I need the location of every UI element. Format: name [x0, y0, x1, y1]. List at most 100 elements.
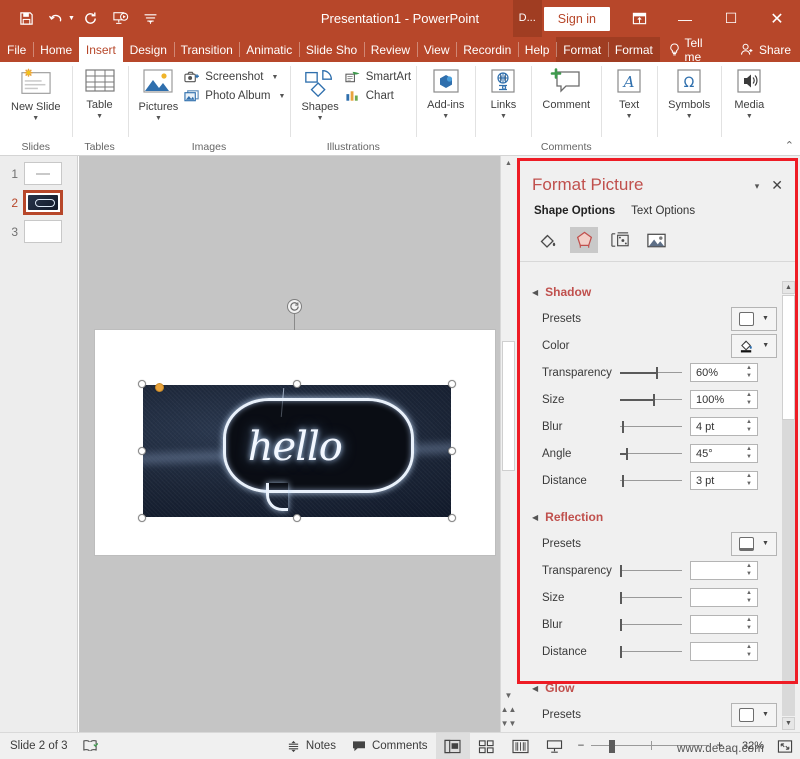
collapse-ribbon-button[interactable]: ⌃	[785, 139, 794, 152]
shadow-blur-slider[interactable]	[620, 420, 682, 434]
shadow-transparency-slider[interactable]	[620, 366, 682, 380]
new-slide-button[interactable]: New Slide ▼	[5, 65, 67, 122]
pane-options-caret-icon[interactable]: ▾	[755, 175, 772, 192]
media-button[interactable]: Media ▼	[726, 65, 772, 120]
tab-home[interactable]: Home	[33, 37, 79, 62]
spinner-arrows-icon[interactable]: ▲ ▼	[744, 644, 754, 659]
chevron-down-icon[interactable]: ▼	[32, 115, 39, 122]
section-header-reflection[interactable]: ◀ Reflection	[520, 494, 795, 530]
selection-handle-bottom-left[interactable]	[138, 514, 146, 522]
undo-icon[interactable]	[42, 6, 70, 32]
spinner-arrows-icon[interactable]: ▲ ▼	[744, 365, 754, 380]
customize-qat-icon[interactable]	[137, 6, 165, 32]
scroll-up-arrow-icon[interactable]: ▲	[501, 156, 516, 171]
ribbon-display-options-icon[interactable]	[616, 0, 662, 37]
comment-button[interactable]: Comment	[536, 65, 596, 112]
reflection-distance-spinner[interactable]: ▲ ▼	[690, 642, 758, 661]
tab-file[interactable]: File	[0, 37, 33, 62]
reflection-blur-slider[interactable]	[620, 618, 682, 632]
table-button[interactable]: Table ▼	[77, 65, 123, 120]
section-header-glow[interactable]: ◀ Glow	[520, 665, 795, 701]
slide-thumbnail-2[interactable]: 2	[0, 185, 77, 215]
comments-button[interactable]: Comments	[344, 740, 436, 752]
next-slide-icon[interactable]: ▼▼	[501, 716, 517, 730]
chevron-down-icon[interactable]: ▼	[746, 113, 753, 120]
fit-slide-to-window-button[interactable]	[770, 739, 800, 754]
reflection-transparency-spinner[interactable]: ▲ ▼	[690, 561, 758, 580]
pane-vertical-scrollbar[interactable]: ▲ ▼	[782, 281, 795, 730]
size-and-properties-icon[interactable]	[606, 227, 634, 253]
shadow-transparency-spinner[interactable]: 60% ▲ ▼	[690, 363, 758, 382]
tab-animations[interactable]: Animatic	[239, 37, 299, 62]
spinner-arrows-icon[interactable]: ▲ ▼	[744, 392, 754, 407]
shadow-distance-spinner[interactable]: 3 pt ▲ ▼	[690, 471, 758, 490]
reflection-blur-spinner[interactable]: ▲ ▼	[690, 615, 758, 634]
tab-transitions[interactable]: Transition	[173, 37, 240, 62]
chevron-down-icon[interactable]: ▼	[442, 113, 449, 120]
chevron-down-icon[interactable]: ▼	[271, 74, 278, 81]
chevron-down-icon[interactable]: ▼	[500, 113, 507, 120]
text-button[interactable]: A Text ▼	[606, 65, 652, 120]
undo-dropdown-caret[interactable]: ▼	[68, 15, 75, 22]
pane-scrollbar-track[interactable]	[782, 420, 795, 716]
chevron-down-icon[interactable]: ▼	[762, 711, 769, 718]
tab-picture-format[interactable]: Format	[556, 37, 608, 62]
selection-handle-top-left[interactable]	[138, 380, 146, 388]
chevron-down-icon[interactable]: ▼	[762, 540, 769, 547]
slide-editing-surface[interactable]: hello	[95, 299, 495, 555]
tab-view[interactable]: View	[416, 37, 457, 62]
chevron-down-icon[interactable]: ▼	[686, 113, 693, 120]
pictures-button[interactable]: Pictures ▼	[133, 65, 185, 122]
smartart-button[interactable]: SmartArt	[345, 70, 411, 84]
normal-view-button[interactable]	[435, 732, 470, 759]
tab-design[interactable]: Design	[123, 37, 174, 62]
chevron-down-icon[interactable]: ▼	[155, 115, 162, 122]
spinner-arrows-icon[interactable]: ▲ ▼	[744, 617, 754, 632]
slide-indicator[interactable]: Slide 2 of 3	[10, 740, 68, 752]
reflection-presets-dropdown[interactable]: ▼	[731, 531, 777, 556]
slide-thumbnail-image[interactable]	[23, 190, 63, 215]
reflection-distance-slider[interactable]	[620, 645, 682, 659]
slide-sorter-view-button[interactable]	[470, 733, 504, 759]
shadow-blur-spinner[interactable]: 4 pt ▲ ▼	[690, 417, 758, 436]
spinner-arrows-icon[interactable]: ▲ ▼	[744, 563, 754, 578]
tab-recording[interactable]: Recordin	[456, 37, 518, 62]
pane-scroll-up-icon[interactable]: ▲	[782, 281, 795, 294]
spinner-arrows-icon[interactable]: ▲ ▼	[744, 446, 754, 461]
pane-close-icon[interactable]: ✕	[771, 175, 783, 194]
tab-text-options[interactable]: Text Options	[631, 205, 695, 217]
shadow-angle-spinner[interactable]: 45° ▲ ▼	[690, 444, 758, 463]
scrollbar-thumb[interactable]	[502, 341, 515, 471]
picture-icon[interactable]	[642, 227, 670, 253]
selection-handle-middle-right[interactable]	[448, 447, 456, 455]
chevron-down-icon[interactable]: ▼	[626, 113, 633, 120]
shadow-presets-dropdown[interactable]: ▼	[731, 306, 777, 331]
shadow-size-slider[interactable]	[620, 393, 682, 407]
shadow-angle-slider[interactable]	[620, 447, 682, 461]
chevron-down-icon[interactable]: ▼	[279, 93, 286, 100]
scroll-down-arrow-icon[interactable]: ▼	[501, 688, 516, 702]
shadow-color-dropdown[interactable]: ▼	[731, 333, 777, 358]
effects-icon[interactable]	[570, 227, 598, 253]
minimize-button[interactable]: —	[662, 0, 708, 37]
selection-handle-top-center[interactable]	[293, 380, 301, 388]
pane-scrollbar-thumb[interactable]	[782, 295, 795, 420]
zoom-out-button[interactable]: −	[578, 740, 585, 752]
tab-shape-format[interactable]: Format	[607, 37, 660, 62]
picture-container[interactable]: hello	[138, 380, 456, 522]
chart-button[interactable]: Chart	[345, 89, 411, 103]
shapes-button[interactable]: Shapes ▼	[295, 65, 344, 122]
add-ins-button[interactable]: Add-ins ▼	[421, 65, 470, 120]
photo-album-button[interactable]: Photo Album ▼	[184, 89, 285, 103]
chevron-down-icon[interactable]: ▼	[96, 113, 103, 120]
links-button[interactable]: Links ▼	[480, 65, 526, 120]
chevron-down-icon[interactable]: ▼	[762, 315, 769, 322]
start-presentation-icon[interactable]	[107, 6, 135, 32]
selection-handle-bottom-right[interactable]	[448, 514, 456, 522]
slide-thumbnail-image[interactable]	[24, 162, 62, 185]
chevron-down-icon[interactable]: ▼	[317, 115, 324, 122]
reflection-transparency-slider[interactable]	[620, 564, 682, 578]
crop-marker-handle[interactable]	[155, 383, 164, 392]
tell-me-search[interactable]: Tell me	[660, 36, 731, 64]
selection-handle-middle-left[interactable]	[138, 447, 146, 455]
